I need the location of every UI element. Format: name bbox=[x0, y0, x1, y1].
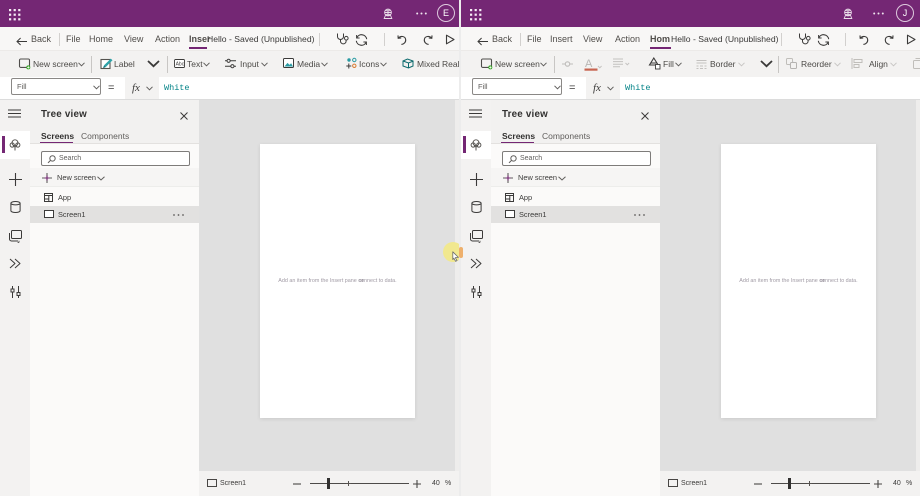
svg-text:A: A bbox=[585, 58, 593, 70]
svg-text:Abc: Abc bbox=[176, 62, 185, 68]
